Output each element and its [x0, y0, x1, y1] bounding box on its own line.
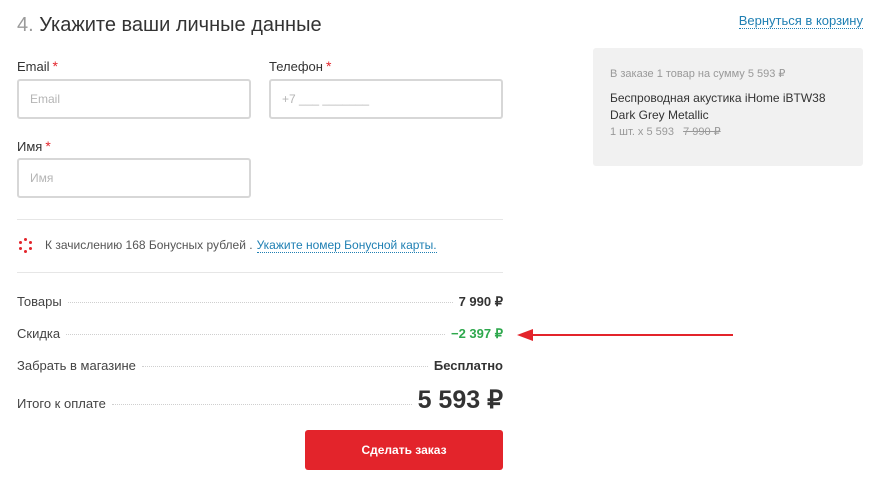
email-field[interactable]	[17, 79, 251, 119]
phone-required-mark: *	[325, 58, 332, 74]
bonus-card-link[interactable]: Укажите номер Бонусной карты.	[256, 238, 437, 253]
discount-label: Скидка	[17, 326, 61, 341]
bonus-info: К зачислению 168 Бонусных рублей . Укажи…	[17, 237, 437, 253]
goods-label: Товары	[17, 294, 62, 309]
summary-delivery-row: Забрать в магазине Бесплатно	[17, 358, 503, 373]
page-title-text: Укажите ваши личные данные	[39, 14, 322, 36]
name-field[interactable]	[17, 158, 251, 198]
dotted-leader	[66, 334, 445, 335]
total-label: Итого к оплате	[17, 396, 106, 411]
phone-label-text: Телефон	[269, 59, 323, 74]
summary-goods-row: Товары 7 990 ₽	[17, 294, 503, 310]
email-label: Email *	[17, 58, 58, 74]
name-label-text: Имя	[17, 139, 43, 154]
red-arrow-left-icon	[517, 329, 733, 341]
phone-field[interactable]	[269, 79, 503, 119]
delivery-label: Забрать в магазине	[17, 358, 136, 373]
step-number: 4.	[17, 14, 34, 36]
name-required-mark: *	[45, 138, 51, 154]
dotted-leader	[141, 366, 428, 367]
dotted-leader	[111, 404, 412, 405]
product-name: Беспроводная акустика iHome iBTW38 Dark …	[610, 91, 826, 122]
order-summary-box: В заказе 1 товар на сумму 5 593 ₽ Беспро…	[593, 48, 863, 166]
total-value: 5 593 ₽	[417, 386, 503, 414]
dotted-leader	[67, 302, 453, 303]
name-label: Имя *	[17, 138, 51, 154]
delivery-value: Бесплатно	[433, 358, 503, 373]
divider-bottom	[17, 272, 503, 273]
old-price: 7 990 ₽	[683, 126, 721, 138]
bonus-dots-icon	[17, 237, 33, 253]
bonus-text: К зачислению 168 Бонусных рублей .	[45, 238, 253, 252]
place-order-button[interactable]: Сделать заказ	[305, 430, 503, 470]
product-qty-price: 1 шт. x 5 593 7 990 ₽	[610, 125, 846, 138]
divider-top	[17, 219, 503, 220]
page-title: 4. Укажите ваши личные данные	[17, 14, 322, 37]
phone-label: Телефон *	[269, 58, 331, 74]
discount-value: −2 397 ₽	[450, 326, 503, 341]
goods-value: 7 990 ₽	[458, 294, 503, 309]
email-label-text: Email	[17, 59, 50, 74]
back-to-cart-link[interactable]: Вернуться в корзину	[738, 13, 863, 29]
email-required-mark: *	[52, 58, 58, 74]
summary-total-row: Итого к оплате 5 593 ₽	[17, 385, 503, 415]
qty-price: 1 шт. x 5 593	[610, 126, 675, 138]
summary-discount-row: Скидка −2 397 ₽	[17, 326, 503, 342]
order-summary-text: В заказе 1 товар на сумму 5 593 ₽	[610, 68, 786, 80]
